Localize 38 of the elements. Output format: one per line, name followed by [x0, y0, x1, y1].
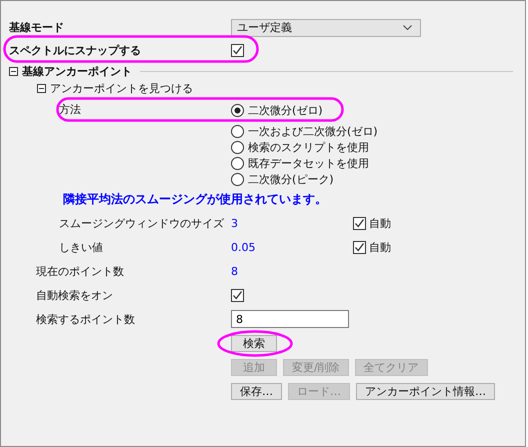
radio-option[interactable]: 検索のスクリプトを使用 — [231, 139, 378, 155]
parameter-value: 0.05 — [231, 240, 256, 254]
parameter-label: スムージングウィンドウのサイズ — [58, 216, 225, 230]
radio-icon[interactable] — [231, 124, 244, 138]
radio-icon[interactable] — [231, 156, 244, 170]
snap-to-spectrum-label: スペクトルにスナップする — [8, 43, 142, 58]
radio-icon[interactable] — [231, 172, 244, 186]
auto-checkbox[interactable] — [353, 240, 366, 254]
points-to-find-label: 検索するポイント数 — [35, 312, 136, 326]
auto-checkbox[interactable] — [353, 216, 366, 230]
radio-option[interactable]: 既存データセットを使用 — [231, 155, 378, 171]
parameter-label: しきい値 — [58, 240, 104, 254]
points-to-find-field[interactable]: 8 — [231, 310, 349, 328]
snap-checkbox[interactable] — [231, 44, 244, 57]
action-button[interactable]: 保存… — [231, 382, 282, 400]
baseline-mode-label: 基線モード — [8, 20, 65, 35]
smoothing-note: 隣接平均法のスムージングが使用されています。 — [62, 191, 328, 208]
auto-search-checkbox[interactable] — [231, 288, 244, 302]
collapse-toggle-icon[interactable] — [37, 84, 46, 92]
caret-icon — [403, 25, 412, 30]
action-button[interactable]: アンカーポイント情報… — [356, 382, 495, 400]
section-title: 基線アンカーポイント — [22, 64, 132, 78]
auto-label: 自動 — [369, 216, 391, 230]
radio-option[interactable]: 二次微分(ピーク) — [231, 171, 378, 187]
method-label: 方法 — [58, 102, 82, 118]
baseline-mode-dropdown[interactable]: ユーザ定義 — [231, 18, 421, 36]
parameter-value: 3 — [231, 216, 239, 230]
collapse-toggle-icon[interactable] — [9, 66, 18, 76]
radio-icon[interactable] — [231, 104, 244, 116]
current-points-value: 8 — [231, 264, 239, 278]
current-points-label: 現在のポイント数 — [35, 264, 125, 278]
auto-search-label: 自動検索をオン — [35, 288, 114, 302]
auto-label: 自動 — [369, 240, 391, 254]
group-title: アンカーポイントを見つける — [50, 80, 193, 96]
action-button[interactable]: 検索 — [231, 334, 277, 352]
radio-icon[interactable] — [231, 140, 244, 154]
radio-option[interactable]: 一次および二次微分(ゼロ) — [231, 123, 378, 139]
radio-option[interactable]: 二次微分(ゼロ) — [231, 102, 378, 118]
